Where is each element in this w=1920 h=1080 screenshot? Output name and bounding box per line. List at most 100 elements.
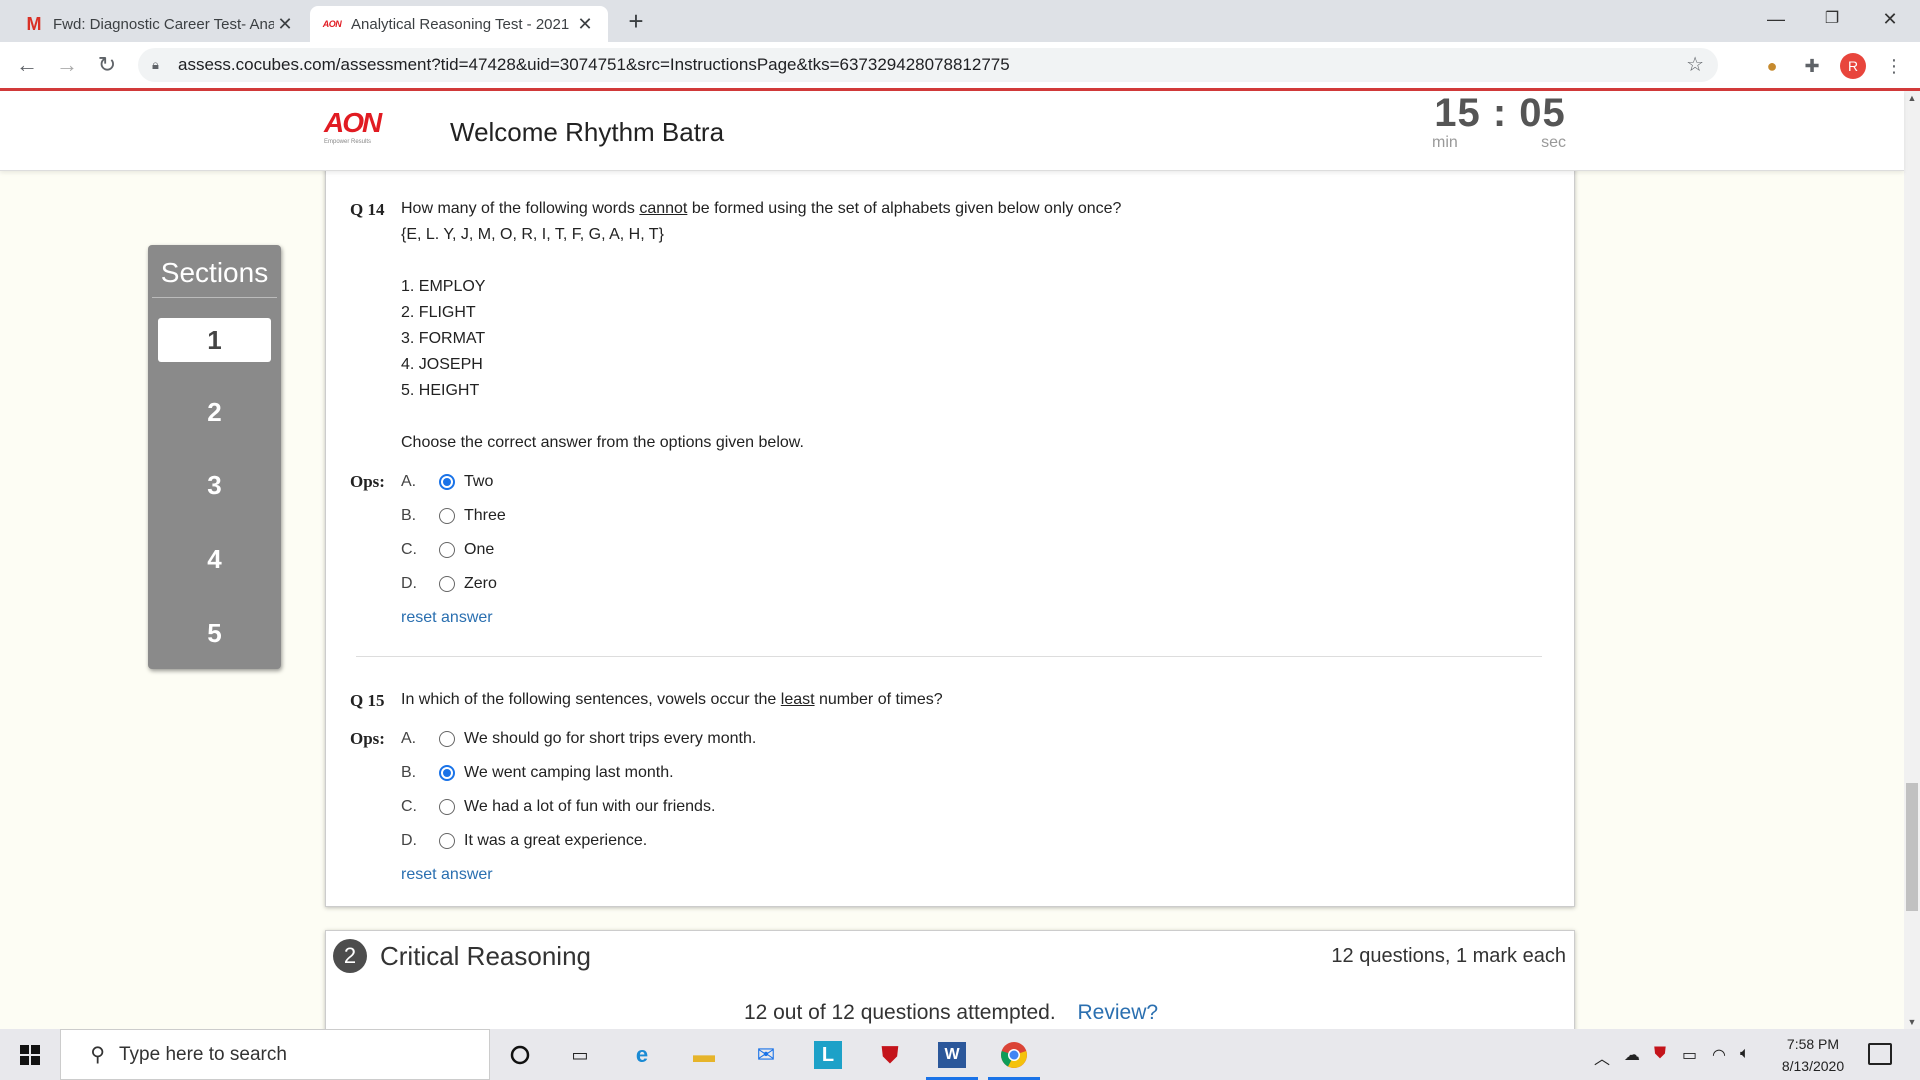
question-text: In which of the following sentences, vow… <box>401 691 943 708</box>
section-item-2[interactable]: 2 <box>158 390 271 434</box>
profile-avatar[interactable]: R <box>1840 53 1866 79</box>
browser-toolbar: ← → ↻ 🔒︎ assess.cocubes.com/assessment?t… <box>0 42 1920 88</box>
timer-minutes: 15 <box>1434 91 1481 135</box>
option-b[interactable]: B. Three <box>401 505 506 527</box>
close-window-icon[interactable]: ✕ <box>1862 0 1918 38</box>
cortana-icon[interactable] <box>502 1037 538 1073</box>
tab-gmail[interactable]: M Fwd: Diagnostic Career Test- Ana ✕ <box>12 6 308 42</box>
reset-answer-link[interactable]: reset answer <box>401 866 493 884</box>
app-l-icon[interactable]: L <box>810 1037 846 1073</box>
clock-time: 7:58 PM <box>1786 1036 1840 1052</box>
timer-separator: : <box>1492 91 1508 135</box>
option-b[interactable]: B. We went camping last month. <box>401 762 674 784</box>
reset-answer-link[interactable]: reset answer <box>401 609 493 627</box>
question-instruction: Choose the correct answer from the optio… <box>401 434 804 451</box>
close-icon[interactable]: ✕ <box>274 14 296 35</box>
url-text: assess.cocubes.com/assessment?tid=47428&… <box>178 55 1010 74</box>
section-number-badge: 2 <box>333 939 367 973</box>
mcafee-icon[interactable]: ⛊ <box>872 1037 908 1073</box>
mail-icon[interactable]: ✉ <box>748 1037 784 1073</box>
tray-chevron-icon[interactable]: ︿ <box>1594 1045 1610 1069</box>
option-c[interactable]: C. One <box>401 539 494 561</box>
mcafee-tray-icon[interactable]: ⛊ <box>1654 1045 1666 1063</box>
alphabet-set: {E, L. Y, J, M, O, R, I, T, F, G, A, H, … <box>401 226 664 243</box>
section-item-1[interactable]: 1 <box>158 318 271 362</box>
section-item-5[interactable]: 5 <box>158 611 271 655</box>
chrome-icon[interactable] <box>988 1037 1040 1080</box>
option-text: We had a lot of fun with our friends. <box>464 798 716 815</box>
ops-label: Ops: <box>350 472 385 491</box>
wifi-icon[interactable]: ◠ <box>1712 1045 1726 1065</box>
windows-logo-icon <box>20 1045 40 1065</box>
radio-button[interactable] <box>439 799 455 815</box>
word-icon[interactable]: W <box>926 1037 978 1080</box>
tab-title: Analytical Reasoning Test - 2021 <box>351 15 570 33</box>
menu-kebab-icon[interactable]: ⋮ <box>1882 54 1906 78</box>
task-view-icon[interactable]: ▭ <box>562 1037 598 1073</box>
option-a[interactable]: A. We should go for short trips every mo… <box>401 728 756 750</box>
option-text: We should go for short trips every month… <box>464 730 757 747</box>
browser-tab-bar: M Fwd: Diagnostic Career Test- Ana ✕ AON… <box>0 0 1920 42</box>
option-d[interactable]: D. Zero <box>401 573 497 595</box>
extensions-puzzle-icon[interactable]: ✚ <box>1800 54 1824 78</box>
onedrive-icon[interactable]: ☁ <box>1624 1045 1640 1065</box>
start-button[interactable] <box>0 1029 60 1080</box>
option-a[interactable]: A. Two <box>401 471 493 493</box>
tab-assessment[interactable]: AON Analytical Reasoning Test - 2021 ✕ <box>310 6 608 42</box>
option-c[interactable]: C. We had a lot of fun with our friends. <box>401 796 715 818</box>
tab-title: Fwd: Diagnostic Career Test- Ana <box>53 15 274 33</box>
questions-panel: Q 14 How many of the following words can… <box>325 155 1575 907</box>
notification-icon[interactable] <box>1868 1043 1892 1065</box>
welcome-text: Welcome Rhythm Batra <box>450 117 725 147</box>
bookmark-star-icon[interactable]: ☆ <box>1686 52 1704 77</box>
aon-logo: AON Empower Results <box>324 107 382 146</box>
new-tab-button[interactable]: + <box>620 6 652 36</box>
radio-button[interactable] <box>439 542 455 558</box>
system-clock[interactable]: 7:58 PM 8/13/2020 <box>1768 1033 1858 1077</box>
search-icon: ⚲ <box>90 1044 105 1066</box>
scroll-up-icon[interactable]: ▲ <box>1904 93 1920 103</box>
minimize-icon[interactable]: — <box>1748 0 1804 38</box>
section-item-3[interactable]: 3 <box>158 463 271 507</box>
windows-taskbar: ⚲ Type here to search ▭ e ▬ ✉ L ⛊ W ︿ ☁ … <box>0 1029 1920 1080</box>
list-item: 2. FLIGHT <box>401 304 476 321</box>
clock-date: 8/13/2020 <box>1781 1058 1845 1074</box>
countdown-timer: 15 : 05 min sec <box>1420 91 1580 152</box>
scrollbar-thumb[interactable] <box>1906 783 1918 911</box>
restore-icon[interactable]: ❐ <box>1804 0 1860 38</box>
radio-button[interactable] <box>439 833 455 849</box>
back-icon[interactable]: ← <box>12 50 42 80</box>
section-item-4[interactable]: 4 <box>158 537 271 581</box>
radio-button[interactable] <box>439 731 455 747</box>
sections-title: Sections <box>152 245 277 298</box>
review-link[interactable]: Review? <box>1078 1001 1159 1024</box>
option-text: It was a great experience. <box>464 832 648 849</box>
radio-button[interactable] <box>439 508 455 524</box>
option-text: One <box>464 541 495 558</box>
edge-icon[interactable]: e <box>624 1037 660 1073</box>
radio-button[interactable] <box>439 576 455 592</box>
radio-button[interactable] <box>439 474 455 490</box>
ops-label: Ops: <box>350 729 385 748</box>
volume-icon[interactable]: 🔈︎ <box>1740 1045 1750 1063</box>
address-bar[interactable]: 🔒︎ assess.cocubes.com/assessment?tid=474… <box>138 48 1718 82</box>
reload-icon[interactable]: ↻ <box>92 50 122 80</box>
option-text: We went camping last month. <box>464 764 674 781</box>
taskbar-search[interactable]: ⚲ Type here to search <box>60 1029 490 1080</box>
gmail-icon: M <box>26 13 42 34</box>
close-icon[interactable]: ✕ <box>574 14 596 35</box>
option-text: Two <box>464 473 494 490</box>
radio-button[interactable] <box>439 765 455 781</box>
option-d[interactable]: D. It was a great experience. <box>401 830 647 852</box>
battery-icon[interactable]: ▭ <box>1682 1045 1697 1065</box>
file-explorer-icon[interactable]: ▬ <box>686 1037 722 1073</box>
vertical-scrollbar[interactable]: ▲ ▼ <box>1904 91 1920 1029</box>
cookie-extension-icon[interactable]: ● <box>1760 54 1784 78</box>
option-text: Three <box>464 507 506 524</box>
scroll-down-icon[interactable]: ▼ <box>1904 1017 1920 1027</box>
lock-icon: 🔒︎ <box>152 57 159 72</box>
section-title[interactable]: Critical Reasoning <box>380 941 591 972</box>
question-number: Q 15 <box>350 691 385 710</box>
section-meta: 12 questions, 1 mark each <box>1331 945 1566 967</box>
forward-icon[interactable]: → <box>52 50 82 80</box>
